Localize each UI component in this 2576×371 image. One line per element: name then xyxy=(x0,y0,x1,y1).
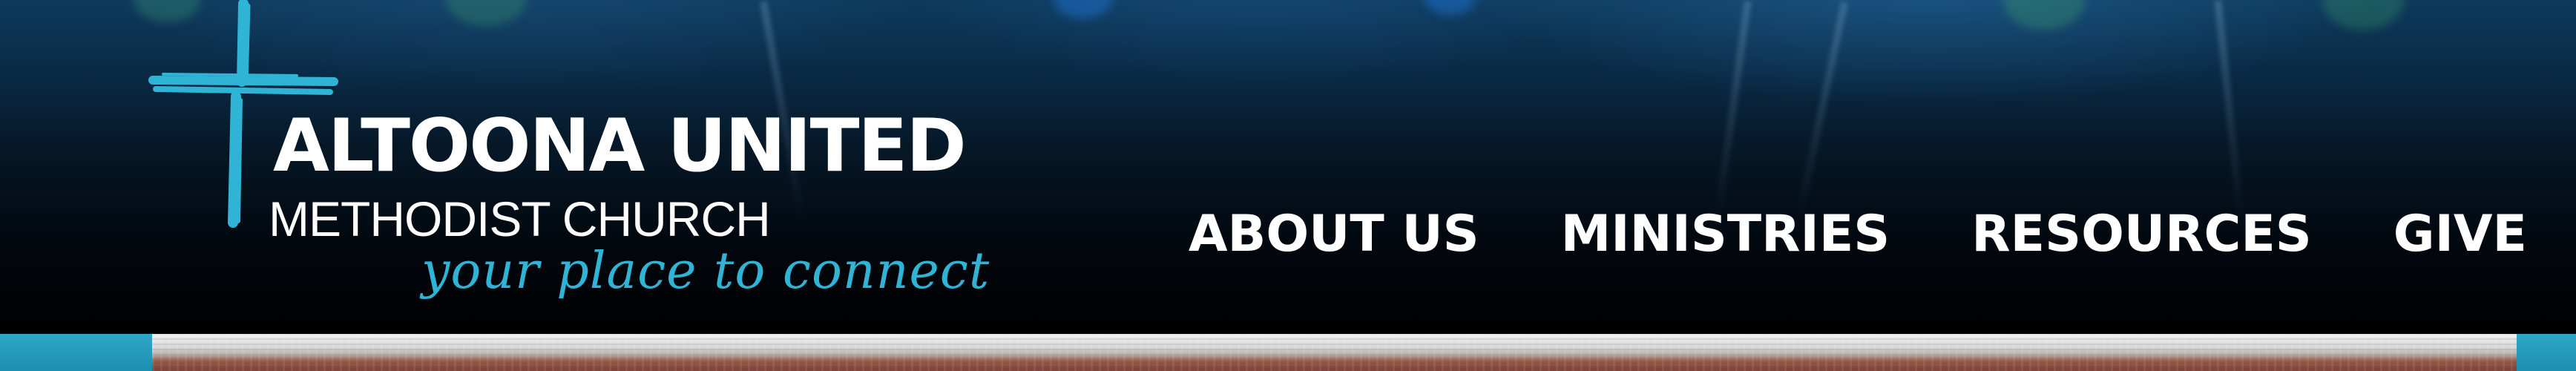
main-nav: ABOUT US MINISTRIES RESOURCES GIVE xyxy=(1189,205,2527,263)
bokeh-light xyxy=(1425,0,1476,15)
bokeh-light xyxy=(2322,0,2404,30)
light-streak xyxy=(2214,0,2245,223)
logo-title: ALTOONA UNITED xyxy=(273,104,967,188)
site-header: ALTOONA UNITED METHODIST CHURCH your pla… xyxy=(0,0,2576,334)
side-accent-right xyxy=(2517,334,2576,371)
nav-ministries[interactable]: MINISTRIES xyxy=(1561,205,1890,263)
nav-resources[interactable]: RESOURCES xyxy=(1971,205,2312,263)
bokeh-light xyxy=(2003,0,2085,30)
nav-about-us[interactable]: ABOUT US xyxy=(1189,205,1479,263)
logo-subtitle: METHODIST CHURCH xyxy=(269,191,771,246)
nav-give[interactable]: GIVE xyxy=(2393,205,2527,263)
light-streak xyxy=(1713,0,1752,223)
site-logo[interactable]: ALTOONA UNITED METHODIST CHURCH your pla… xyxy=(148,0,1002,326)
side-accent-left xyxy=(0,334,152,371)
page: ALTOONA UNITED METHODIST CHURCH your pla… xyxy=(0,0,2576,371)
hero-image xyxy=(152,334,2517,371)
bokeh-light xyxy=(1054,0,1113,19)
logo-tagline: your place to connect xyxy=(421,242,990,301)
light-streak xyxy=(1794,1,1849,221)
